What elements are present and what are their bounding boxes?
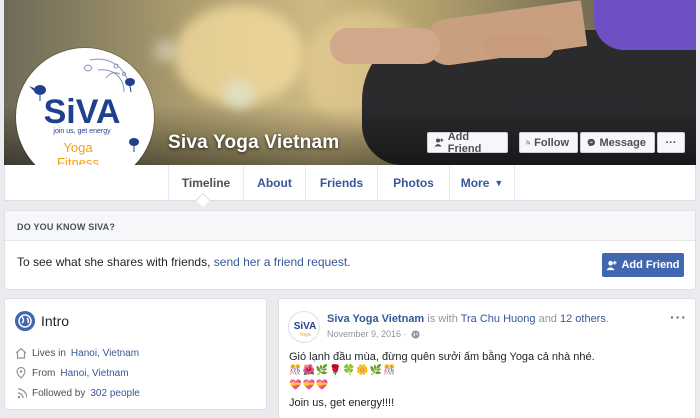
post-with-text: is with	[424, 313, 461, 325]
box-heading: DO YOU KNOW SIVA?	[5, 211, 695, 241]
cover-hand	[330, 28, 440, 64]
post-author-link[interactable]: Siva Yoga Vietnam	[327, 313, 424, 325]
from-location-link[interactable]: Hanoi, Vietnam	[60, 368, 128, 379]
post-timestamp[interactable]: November 9, 2016 ·	[327, 329, 420, 339]
tagged-person-link[interactable]: Tra Chu Huong	[461, 313, 536, 325]
intro-followers-prefix: Followed by	[32, 387, 86, 399]
intro-followers: Followed by 302 people	[15, 387, 140, 399]
followers-link[interactable]: 302 people	[90, 388, 140, 399]
tab-about[interactable]: About	[243, 165, 305, 200]
tab-label: About	[257, 175, 292, 190]
intro-lives: Lives in Hanoi, Vietnam	[15, 347, 139, 359]
cover-bokeh	[154, 40, 176, 62]
post-and-text: and	[535, 313, 560, 325]
tab-label: Photos	[393, 175, 434, 190]
cover-shirt	[594, 0, 696, 50]
post-period: .	[605, 313, 609, 325]
tab-friends[interactable]: Friends	[305, 165, 377, 200]
post-logo-yoga: Yoga	[299, 332, 310, 338]
logo-tagline: join us, get energy	[52, 128, 111, 135]
add-user-icon	[434, 138, 444, 147]
add-friend-primary-button[interactable]: Add Friend	[602, 253, 684, 277]
post-date: November 9, 2016 ·	[327, 329, 407, 339]
logo-yoga: Yoga	[63, 140, 93, 155]
logo-brand: SiVA	[44, 93, 121, 131]
location-pin-icon	[16, 367, 26, 379]
follow-button[interactable]: Follow	[519, 132, 578, 153]
intro-title: Intro	[41, 313, 70, 329]
caret-down-icon: ▼	[494, 177, 504, 188]
post-logo-brand: SiVA	[294, 321, 317, 332]
bird-icon	[125, 78, 135, 86]
siva-logo-small: SiVA Yoga	[294, 321, 317, 338]
tab-photos[interactable]: Photos	[377, 165, 449, 200]
timeline-post: SiVA Yoga Siva Yoga Vietnam is with Tra …	[278, 298, 696, 418]
post-header: Siva Yoga Vietnam is with Tra Chu Huong …	[327, 313, 609, 325]
lives-location-link[interactable]: Hanoi, Vietnam	[71, 348, 139, 359]
post-options-icon[interactable]: ···	[670, 309, 687, 325]
ellipsis-icon: ···	[665, 136, 677, 149]
rss-icon	[526, 140, 531, 145]
post-text: Gió lạnh đầu mùa, đừng quên sưởi ấm bằng…	[289, 351, 595, 363]
post-emoji-row: 🎊🌺🌿🌹🍀🌼🌿🎊	[289, 365, 397, 376]
intro-from-prefix: From	[32, 367, 56, 379]
tab-more[interactable]: More ▼	[449, 165, 515, 200]
message-label: Message	[599, 136, 646, 149]
cover-hand	[484, 36, 554, 58]
add-friend-label: Add Friend	[447, 130, 482, 155]
friend-request-prompt: To see what she shares with friends,	[17, 255, 214, 269]
messenger-icon	[587, 138, 595, 147]
siva-logo: SiVA join us, get energy Yoga Fitness	[29, 58, 139, 170]
tab-label: More	[460, 175, 490, 190]
page-title[interactable]: Siva Yoga Vietnam	[168, 132, 339, 154]
friend-request-text: To see what she shares with friends, sen…	[17, 255, 351, 269]
more-options-button[interactable]: ···	[657, 132, 685, 153]
follow-label: Follow	[534, 136, 569, 149]
tab-label: Friends	[319, 175, 364, 190]
intro-lives-prefix: Lives in	[32, 347, 66, 359]
add-friend-primary-label: Add Friend	[621, 259, 680, 271]
intro-from: From Hanoi, Vietnam	[15, 367, 129, 379]
intro-card: Intro Lives in Hanoi, Vietnam From Hanoi…	[4, 298, 267, 410]
tagged-others-link[interactable]: 12 others	[560, 313, 606, 325]
post-author-avatar[interactable]: SiVA Yoga	[288, 311, 320, 343]
friend-request-box: DO YOU KNOW SIVA? To see what she shares…	[4, 210, 696, 290]
globe-icon	[410, 329, 420, 339]
bird-icon	[129, 138, 139, 146]
post-emoji-row: 💝💝💝	[289, 380, 330, 391]
post-text: Join us, get energy!!!!	[289, 397, 395, 409]
tab-label: Timeline	[181, 175, 231, 190]
home-icon	[15, 347, 27, 359]
add-user-icon	[606, 260, 618, 270]
message-button[interactable]: Message	[580, 132, 655, 153]
send-request-link[interactable]: send her a friend request.	[214, 255, 351, 269]
profile-nav: Timeline About Friends Photos More ▼	[4, 165, 696, 201]
globe-icon	[15, 311, 35, 331]
add-friend-button[interactable]: Add Friend	[427, 130, 508, 155]
followers-icon	[17, 388, 27, 399]
